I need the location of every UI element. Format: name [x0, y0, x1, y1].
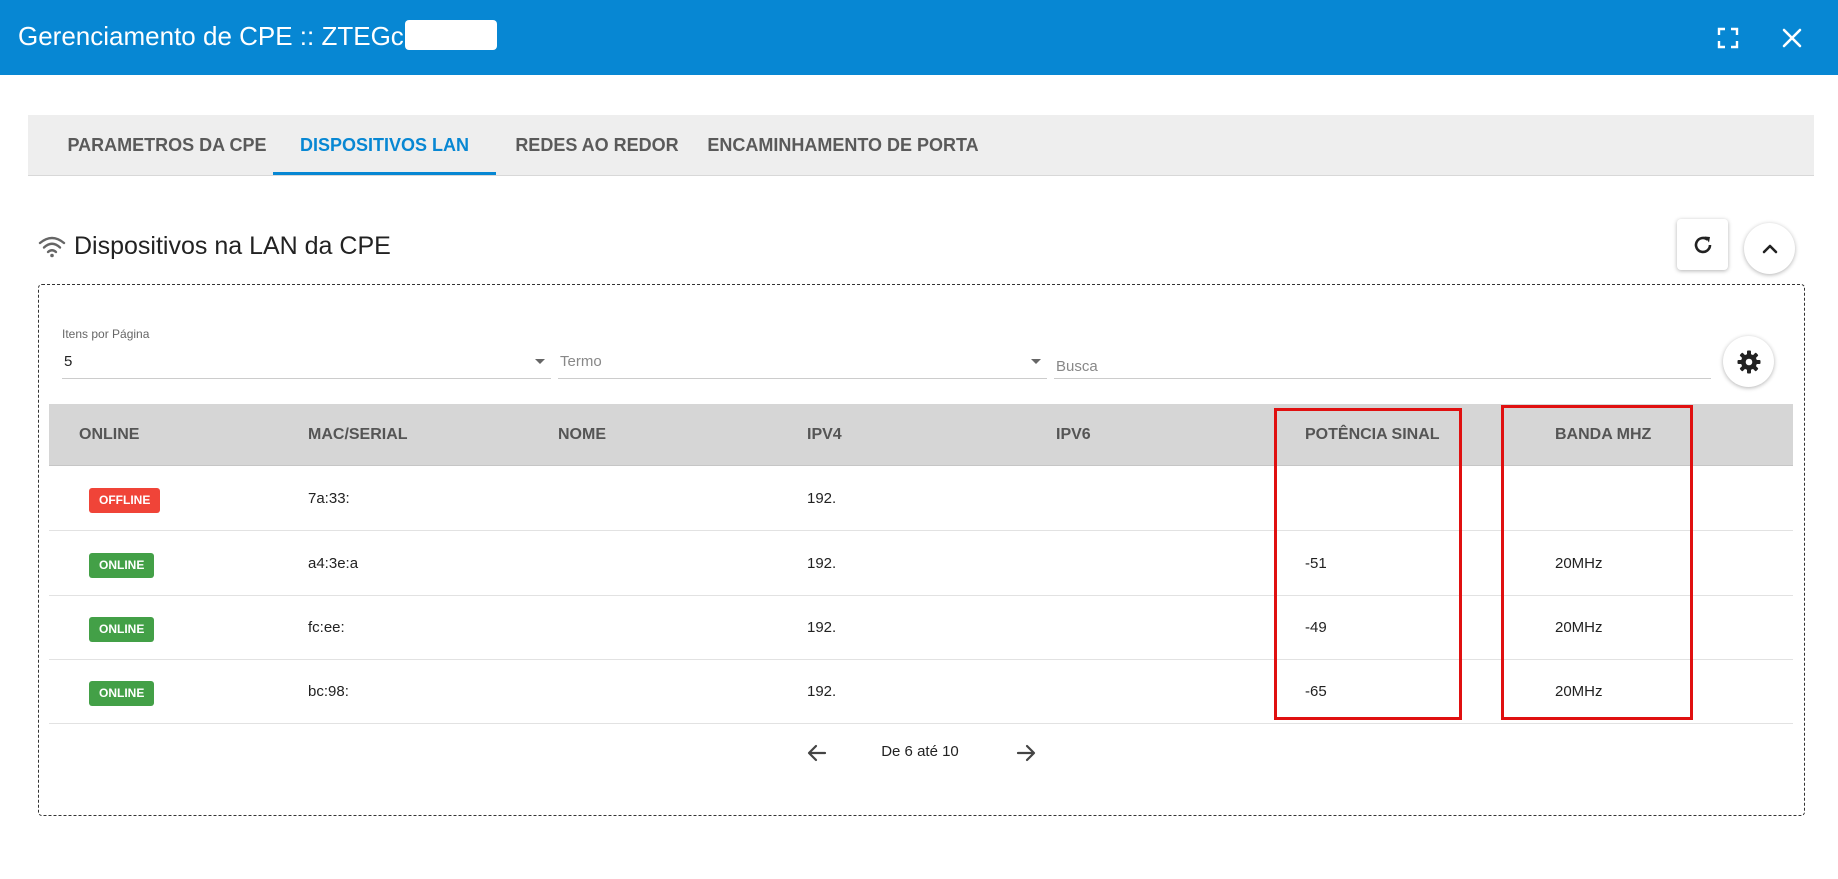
section-title: Dispositivos na LAN da CPE [74, 231, 391, 260]
wifi-icon [38, 236, 66, 258]
redacted-serial [404, 20, 497, 50]
collapse-button[interactable] [1744, 223, 1795, 274]
status-badge: ONLINE [89, 681, 155, 706]
cell-mac: 7a:33: [308, 490, 350, 507]
tab-bar: PARAMETROS DA CPE DISPOSITIVOS LAN REDES… [28, 115, 1814, 176]
cell-potencia-sinal: -65 [1305, 683, 1327, 700]
arrow-right-icon [1016, 744, 1036, 762]
cell-ipv4: 192. [807, 683, 837, 700]
cell-ipv4: 192. [807, 555, 837, 572]
term-placeholder: Termo [560, 353, 602, 370]
chevron-down-icon [535, 359, 545, 364]
cell-mac: bc:98: [308, 683, 349, 700]
status-badge: ONLINE [89, 617, 155, 642]
items-per-page-value: 5 [64, 353, 73, 370]
tab-parametros-da-cpe[interactable]: PARAMETROS DA CPE [62, 115, 272, 175]
fullscreen-icon [1717, 27, 1739, 49]
cell-potencia-sinal: -51 [1305, 555, 1327, 572]
table-header: ONLINE MAC/SERIAL NOME IPV4 IPV6 POTÊNCI… [49, 404, 1793, 466]
items-per-page-label: Itens por Página [62, 327, 150, 341]
cell-potencia-sinal: -49 [1305, 619, 1327, 636]
cell-ipv4: 192. [807, 490, 837, 507]
cell-ipv4: 192. [807, 619, 837, 636]
window-title-wrap: Gerenciamento de CPE :: ZTEGc [18, 20, 497, 52]
table-row[interactable]: ONLINE a4:3e:a 192. -51 20MHz [49, 532, 1793, 596]
column-header-online[interactable]: ONLINE [79, 404, 139, 466]
window-title: Gerenciamento de CPE :: ZTEGc [18, 21, 404, 51]
table-row[interactable]: OFFLINE 7a:33: 192. [49, 467, 1793, 531]
status-badge: OFFLINE [89, 488, 161, 513]
status-badge: ONLINE [89, 553, 155, 578]
column-header-nome[interactable]: NOME [558, 404, 606, 466]
cell-banda-mhz: 20MHz [1555, 619, 1603, 636]
arrow-left-icon [807, 744, 827, 762]
column-header-ipv6[interactable]: IPV6 [1056, 404, 1091, 466]
chevron-up-icon [1762, 244, 1777, 253]
previous-page-button[interactable] [800, 736, 834, 770]
refresh-button[interactable] [1677, 219, 1728, 270]
gear-icon [1737, 350, 1760, 373]
items-per-page-select[interactable]: 5 [62, 345, 551, 379]
next-page-button[interactable] [1009, 736, 1043, 770]
fullscreen-button[interactable] [1708, 18, 1748, 58]
tab-dispositivos-lan[interactable]: DISPOSITIVOS LAN [273, 115, 496, 175]
term-select[interactable]: Termo [558, 345, 1047, 379]
cell-mac: fc:ee: [308, 619, 345, 636]
cell-mac: a4:3e:a [308, 555, 359, 572]
table-row[interactable]: ONLINE bc:98: 192. -65 20MHz [49, 660, 1793, 724]
column-header-mac-serial[interactable]: MAC/SERIAL [308, 404, 408, 466]
settings-button[interactable] [1723, 336, 1774, 387]
close-icon [1782, 28, 1802, 48]
refresh-icon [1694, 236, 1711, 253]
column-header-banda-mhz[interactable]: BANDA MHZ [1555, 404, 1651, 466]
cell-banda-mhz: 20MHz [1555, 555, 1603, 572]
pagination-text: De 6 até 10 [881, 743, 959, 760]
tab-redes-ao-redor[interactable]: REDES AO REDOR [497, 115, 697, 175]
cell-banda-mhz: 20MHz [1555, 683, 1603, 700]
close-button[interactable] [1772, 18, 1812, 58]
chevron-down-icon [1031, 359, 1041, 364]
section-header: Dispositivos na LAN da CPE [38, 228, 391, 264]
tab-encaminhamento-de-porta[interactable]: ENCAMINHAMENTO DE PORTA [698, 115, 988, 175]
search-input[interactable] [1054, 345, 1711, 379]
column-header-ipv4[interactable]: IPV4 [807, 404, 842, 466]
column-header-potencia-sinal[interactable]: POTÊNCIA SINAL [1305, 404, 1440, 466]
table-row[interactable]: ONLINE fc:ee: 192. -49 20MHz [49, 596, 1793, 660]
title-bar: Gerenciamento de CPE :: ZTEGc [0, 0, 1838, 75]
